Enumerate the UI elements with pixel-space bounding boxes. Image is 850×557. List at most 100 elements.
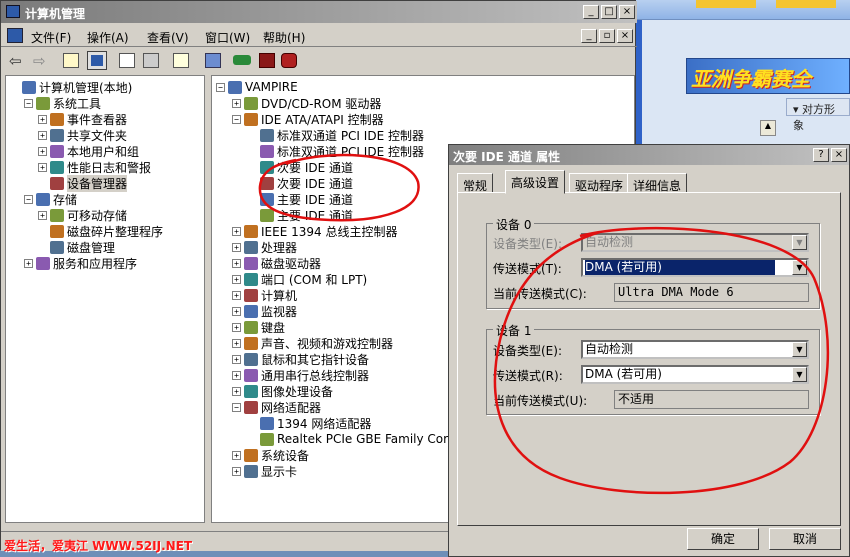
expand-icon[interactable]: + [232,322,241,332]
forward-icon[interactable]: ⇨ [33,52,46,70]
left-tree-item[interactable]: − 存储 [24,191,77,207]
title-bar[interactable]: 计算机管理 _ □ × [1,1,637,23]
right-tree-item[interactable]: + 鼠标和其它指针设备 [232,351,369,367]
right-tree-item[interactable]: + 磁盘驱动器 [232,255,321,271]
menu-file[interactable]: 文件(F) [31,29,71,46]
show-hide-tree-icon[interactable] [87,51,107,70]
dialog-title-bar[interactable]: 次要 IDE 通道 属性 ? × [449,145,849,165]
expand-icon[interactable]: + [232,242,241,252]
chevron-down-icon[interactable]: ▼ [792,342,807,357]
help-button[interactable]: ? [813,148,829,162]
right-tree-item[interactable]: + 系统设备 [232,447,309,463]
right-tree-item[interactable]: + DVD/CD-ROM 驱动器 [232,95,381,111]
collapse-icon[interactable]: − [24,98,33,108]
tab-driver[interactable]: 驱动程序 [569,173,630,193]
right-tree-item[interactable]: + IEEE 1394 总线主控制器 [232,223,397,239]
collapse-icon[interactable]: − [232,114,241,124]
expand-icon[interactable]: + [232,354,241,364]
left-tree-item[interactable]: + 本地用户和组 [38,143,139,159]
menu-action[interactable]: 操作(A) [87,29,129,46]
right-tree-item[interactable]: 1394 网络适配器 [248,415,371,431]
left-tree-item[interactable]: + 性能日志和警报 [38,159,151,175]
chevron-down-icon[interactable]: ▼ [792,367,807,382]
expand-icon[interactable]: + [24,258,33,268]
expand-icon[interactable]: + [232,274,241,284]
maximize-button[interactable]: □ [601,5,617,19]
ok-button[interactable]: 确定 [687,528,759,550]
browser-tab[interactable] [776,0,836,8]
right-tree-item[interactable]: + 键盘 [232,319,285,335]
right-tree-item[interactable]: 次要 IDE 通道 [248,175,353,191]
tab-details[interactable]: 详细信息 [627,173,688,193]
scroll-up-button[interactable]: ▲ [760,120,776,136]
right-tree-item[interactable]: + 通用串行总线控制器 [232,367,369,383]
right-tree-item[interactable]: 次要 IDE 通道 [248,159,353,175]
expand-icon[interactable]: + [232,450,241,460]
left-tree-item[interactable]: 磁盘碎片整理程序 [38,223,163,239]
right-tree-item[interactable]: + 端口 (COM 和 LPT) [232,271,367,287]
left-tree-item[interactable]: + 共享文件夹 [38,127,127,143]
disable-icon[interactable] [281,53,297,68]
left-tree-item[interactable]: 计算机管理(本地) [10,79,132,95]
right-tree-item[interactable]: + 图像处理设备 [232,383,333,399]
left-tree-item[interactable]: 设备管理器 [38,174,128,192]
right-tree-item[interactable]: − 网络适配器 [232,399,321,415]
scan-hardware-icon[interactable] [205,53,221,68]
right-tree-item[interactable]: + 处理器 [232,239,297,255]
help-icon[interactable] [173,53,189,68]
expand-icon[interactable]: + [232,386,241,396]
expand-icon[interactable]: + [232,338,241,348]
right-tree-item[interactable]: Realtek PCIe GBE Family Cor [248,431,448,447]
menu-window[interactable]: 窗口(W) [205,29,250,46]
expand-icon[interactable]: + [232,370,241,380]
update-driver-icon[interactable] [233,55,251,65]
right-tree-item[interactable]: 主要 IDE 通道 [248,191,353,207]
up-folder-icon[interactable] [63,53,79,68]
browser-tab[interactable] [696,0,756,8]
tab-general[interactable]: 常规 [457,173,494,193]
right-tree-item[interactable]: + 计算机 [232,287,297,303]
right-tree-item[interactable]: + 监视器 [232,303,297,319]
expand-icon[interactable]: + [232,98,241,108]
left-tree-item[interactable]: − 系统工具 [24,95,101,111]
cancel-button[interactable]: 取消 [769,528,841,550]
dialog-close-button[interactable]: × [831,148,847,162]
collapse-icon[interactable]: − [232,402,241,412]
close-button[interactable]: × [619,5,635,19]
child-restore-button[interactable]: ▫ [599,29,615,43]
menu-view[interactable]: 查看(V) [147,29,189,46]
right-tree-item[interactable]: − VAMPIRE [216,79,298,95]
minimize-button[interactable]: _ [583,5,599,19]
expand-icon[interactable]: + [232,306,241,316]
expand-icon[interactable]: + [38,146,47,156]
expand-icon[interactable]: + [232,226,241,236]
device0-transfer-select[interactable]: DMA (若可用) ▼ [581,258,809,277]
expand-icon[interactable]: + [38,130,47,140]
expand-icon[interactable]: + [232,258,241,268]
side-panel-title[interactable]: ▾ 对方形象 [786,98,850,132]
right-tree-item[interactable]: 标准双通道 PCI IDE 控制器 [248,127,424,143]
right-tree-item[interactable]: − IDE ATA/ATAPI 控制器 [232,111,384,127]
uninstall-icon[interactable] [259,53,275,68]
expand-icon[interactable]: + [232,290,241,300]
left-tree-item[interactable]: + 服务和应用程序 [24,255,137,271]
right-tree-item[interactable]: 主要 IDE 通道 [248,207,353,223]
back-icon[interactable]: ⇦ [9,52,22,70]
collapse-icon[interactable]: − [24,194,33,204]
properties-icon[interactable] [119,53,135,68]
device1-transfer-select[interactable]: DMA (若可用) ▼ [581,365,809,384]
left-tree-item[interactable]: + 事件查看器 [38,111,127,127]
ad-banner[interactable]: 亚洲争霸赛全 [686,58,850,94]
expand-icon[interactable]: + [232,466,241,476]
right-tree-item[interactable]: 标准双通道 PCI IDE 控制器 [248,143,424,159]
expand-icon[interactable]: + [38,114,47,124]
child-close-button[interactable]: × [617,29,633,43]
collapse-icon[interactable]: − [216,82,225,92]
expand-icon[interactable]: + [38,162,47,172]
tab-advanced[interactable]: 高级设置 [505,170,566,194]
left-tree-item[interactable]: + 可移动存储 [38,207,127,223]
menu-help[interactable]: 帮助(H) [263,29,305,46]
expand-icon[interactable]: + [38,210,47,220]
left-tree-item[interactable]: 磁盘管理 [38,239,115,255]
right-tree-item[interactable]: + 声音、视频和游戏控制器 [232,335,393,351]
